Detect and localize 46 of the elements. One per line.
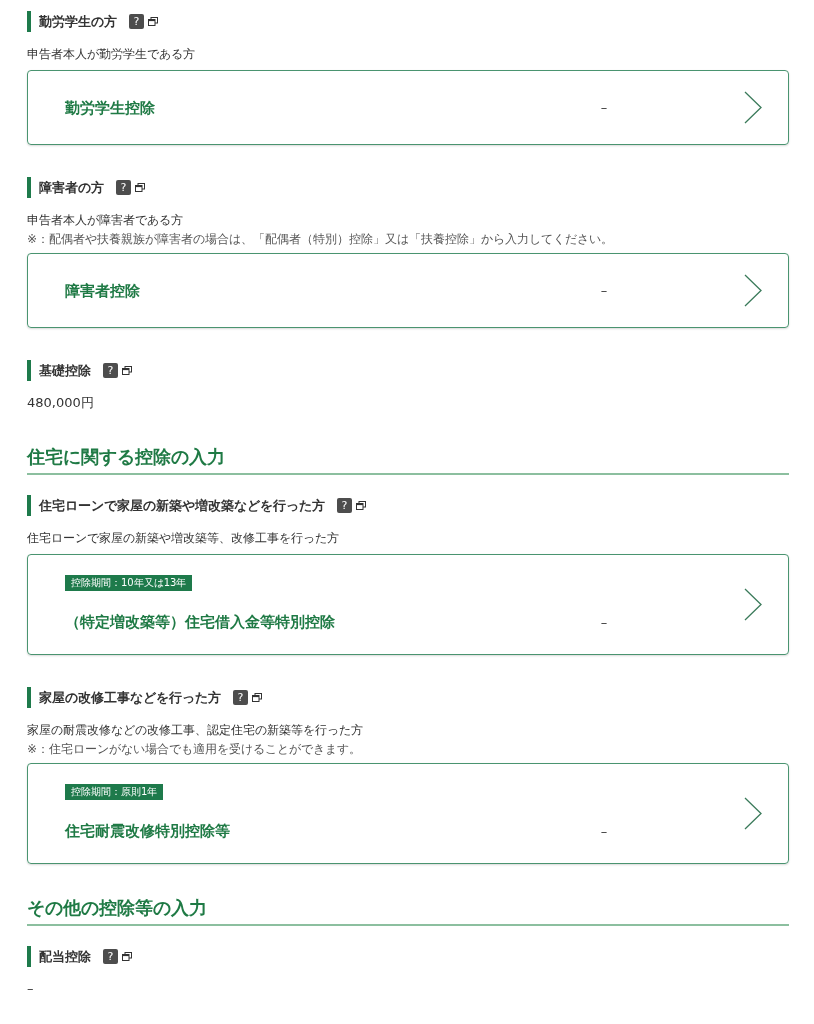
amount-value: –	[600, 823, 608, 839]
deduction-card[interactable]: 障害者控除 –	[27, 253, 789, 328]
new-window-icon	[122, 952, 132, 961]
help-button[interactable]: ?	[129, 14, 144, 29]
chevron-right-icon	[744, 274, 762, 307]
section-heading: 配当控除	[27, 946, 91, 967]
period-tag: 控除期間：原則1年	[65, 784, 164, 800]
category-title: その他の控除等の入力	[27, 897, 207, 918]
chevron-right-icon	[744, 797, 762, 830]
section-heading: 障害者の方	[27, 177, 104, 198]
help-button[interactable]: ?	[103, 363, 118, 378]
new-window-icon	[148, 17, 158, 26]
help-button[interactable]: ?	[233, 690, 248, 705]
deduction-amount: –	[27, 980, 35, 998]
section-description: 申告者本人が障害者である方	[27, 212, 184, 229]
new-window-icon	[122, 366, 132, 375]
deduction-card[interactable]: 勤労学生控除 –	[27, 70, 789, 145]
amount-value: –	[600, 100, 608, 115]
help-button[interactable]: ?	[116, 180, 131, 195]
new-window-icon	[356, 501, 366, 510]
section-heading: 家屋の改修工事などを行った方	[27, 687, 221, 708]
new-window-icon	[135, 183, 145, 192]
period-tag: 控除期間：10年又は13年	[65, 575, 193, 591]
chevron-right-icon	[744, 588, 762, 621]
section-heading: 基礎控除	[27, 360, 91, 381]
deduction-title: 住宅耐震改修特別控除等	[65, 821, 230, 842]
category-title: 住宅に関する控除の入力	[27, 446, 225, 467]
help-button[interactable]: ?	[337, 498, 352, 513]
section-description: 住宅ローンで家屋の新築や増改築等、改修工事を行った方	[27, 530, 340, 547]
deduction-amount: 480,000円	[27, 394, 95, 412]
section-description: 家屋の耐震改修などの改修工事、認定住宅の新築等を行った方	[27, 722, 364, 739]
new-window-icon	[252, 693, 262, 702]
section-note: ※：配偶者や扶養親族が障害者の場合は、「配偶者（特別）控除」又は「扶養控除」から入力してください。	[27, 231, 615, 247]
amount-value: –	[600, 283, 608, 298]
chevron-right-icon	[744, 91, 762, 124]
help-button[interactable]: ?	[103, 949, 118, 964]
deduction-title: （特定増改築等）住宅借入金等特別控除	[65, 612, 335, 633]
deduction-card[interactable]: 控除期間：10年又は13年 （特定増改築等）住宅借入金等特別控除 –	[27, 554, 789, 655]
deduction-title: 勤労学生控除	[65, 97, 155, 119]
section-heading: 勤労学生の方	[27, 11, 117, 32]
section-heading: 住宅ローンで家屋の新築や増改築などを行った方	[27, 495, 325, 516]
section-note: ※：住宅ローンがない場合でも適用を受けることができます。	[27, 741, 363, 757]
deduction-card[interactable]: 控除期間：原則1年 住宅耐震改修特別控除等 –	[27, 763, 789, 864]
section-description: 申告者本人が勤労学生である方	[27, 46, 196, 63]
deduction-title: 障害者控除	[65, 280, 140, 302]
amount-value: –	[600, 614, 608, 630]
